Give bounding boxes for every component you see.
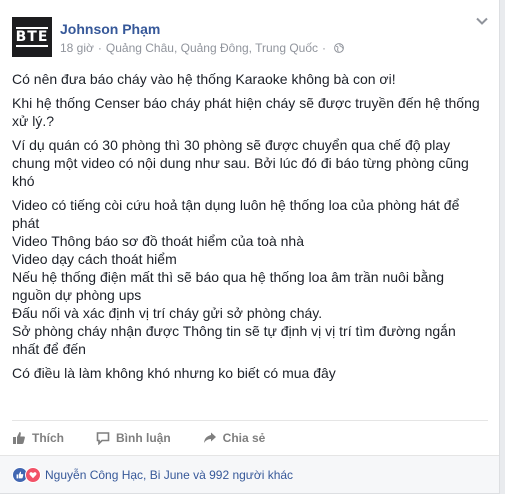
post-actions: Thích Bình luận Chia sẻ — [12, 420, 488, 451]
reactions-summary[interactable]: Nguyễn Công Hạc, Bi June và 992 người kh… — [45, 468, 293, 482]
post-location[interactable]: Quảng Châu, Quảng Đông, Trung Quốc — [106, 41, 318, 55]
post-card: BTE Johnson Phạm 18 giờ · Quảng Châu, Qu… — [0, 0, 500, 494]
author-name[interactable]: Johnson Phạm — [60, 21, 160, 37]
like-label: Thích — [32, 431, 64, 445]
post-meta: 18 giờ · Quảng Châu, Quảng Đông, Trung Q… — [60, 41, 344, 55]
reactions-bar: Nguyễn Công Hạc, Bi June và 992 người kh… — [0, 455, 499, 493]
post-paragraph: Khi hệ thống Censer báo cháy phát hiện c… — [12, 95, 480, 129]
globe-icon — [334, 43, 344, 53]
reaction-icons[interactable] — [12, 466, 41, 483]
post-line: Đấu nối và xác định vị trí cháy gửi sở p… — [12, 305, 323, 321]
love-icon — [25, 466, 41, 483]
meta-separator-2: · — [322, 41, 327, 55]
share-button[interactable]: Chia sẻ — [203, 427, 266, 445]
share-label: Chia sẻ — [222, 431, 266, 445]
post-line: Nếu hệ thống điện mất thì sẽ báo qua hệ … — [12, 269, 444, 303]
post-time[interactable]: 18 giờ — [60, 41, 94, 55]
avatar-logo: BTE — [15, 27, 49, 47]
post-closing: Có điều là làm không khó nhưng ko biết c… — [12, 365, 336, 381]
chevron-down-icon — [476, 17, 488, 25]
share-icon — [203, 432, 216, 443]
comment-icon — [96, 432, 110, 445]
post-paragraph: Ví dụ quán có 30 phòng thì 30 phòng sẽ đ… — [12, 137, 469, 189]
post-header: BTE Johnson Phạm 18 giờ · Quảng Châu, Qu… — [12, 17, 492, 63]
like-button[interactable]: Thích — [12, 427, 64, 445]
post-line: Video Thông báo sơ đồ thoát hiểm của toà… — [12, 233, 304, 249]
post-body: Có nên đưa báo cháy vào hệ thống Karaoke… — [12, 70, 482, 388]
post-line: Video có tiếng còi cứu hoả tận dụng luôn… — [12, 197, 460, 231]
meta-separator: · — [97, 41, 102, 55]
post-line: Video dạy cách thoát hiểm — [12, 251, 177, 267]
thumbs-up-icon — [13, 432, 25, 444]
avatar[interactable]: BTE — [12, 17, 52, 57]
more-options-button[interactable] — [472, 17, 492, 31]
comment-label: Bình luận — [116, 431, 171, 445]
post-line: Sở phòng cháy nhận được Thông tin sẽ tự … — [12, 323, 456, 357]
post-paragraph: Có nên đưa báo cháy vào hệ thống Karaoke… — [12, 71, 396, 87]
comment-button[interactable]: Bình luận — [96, 427, 171, 445]
